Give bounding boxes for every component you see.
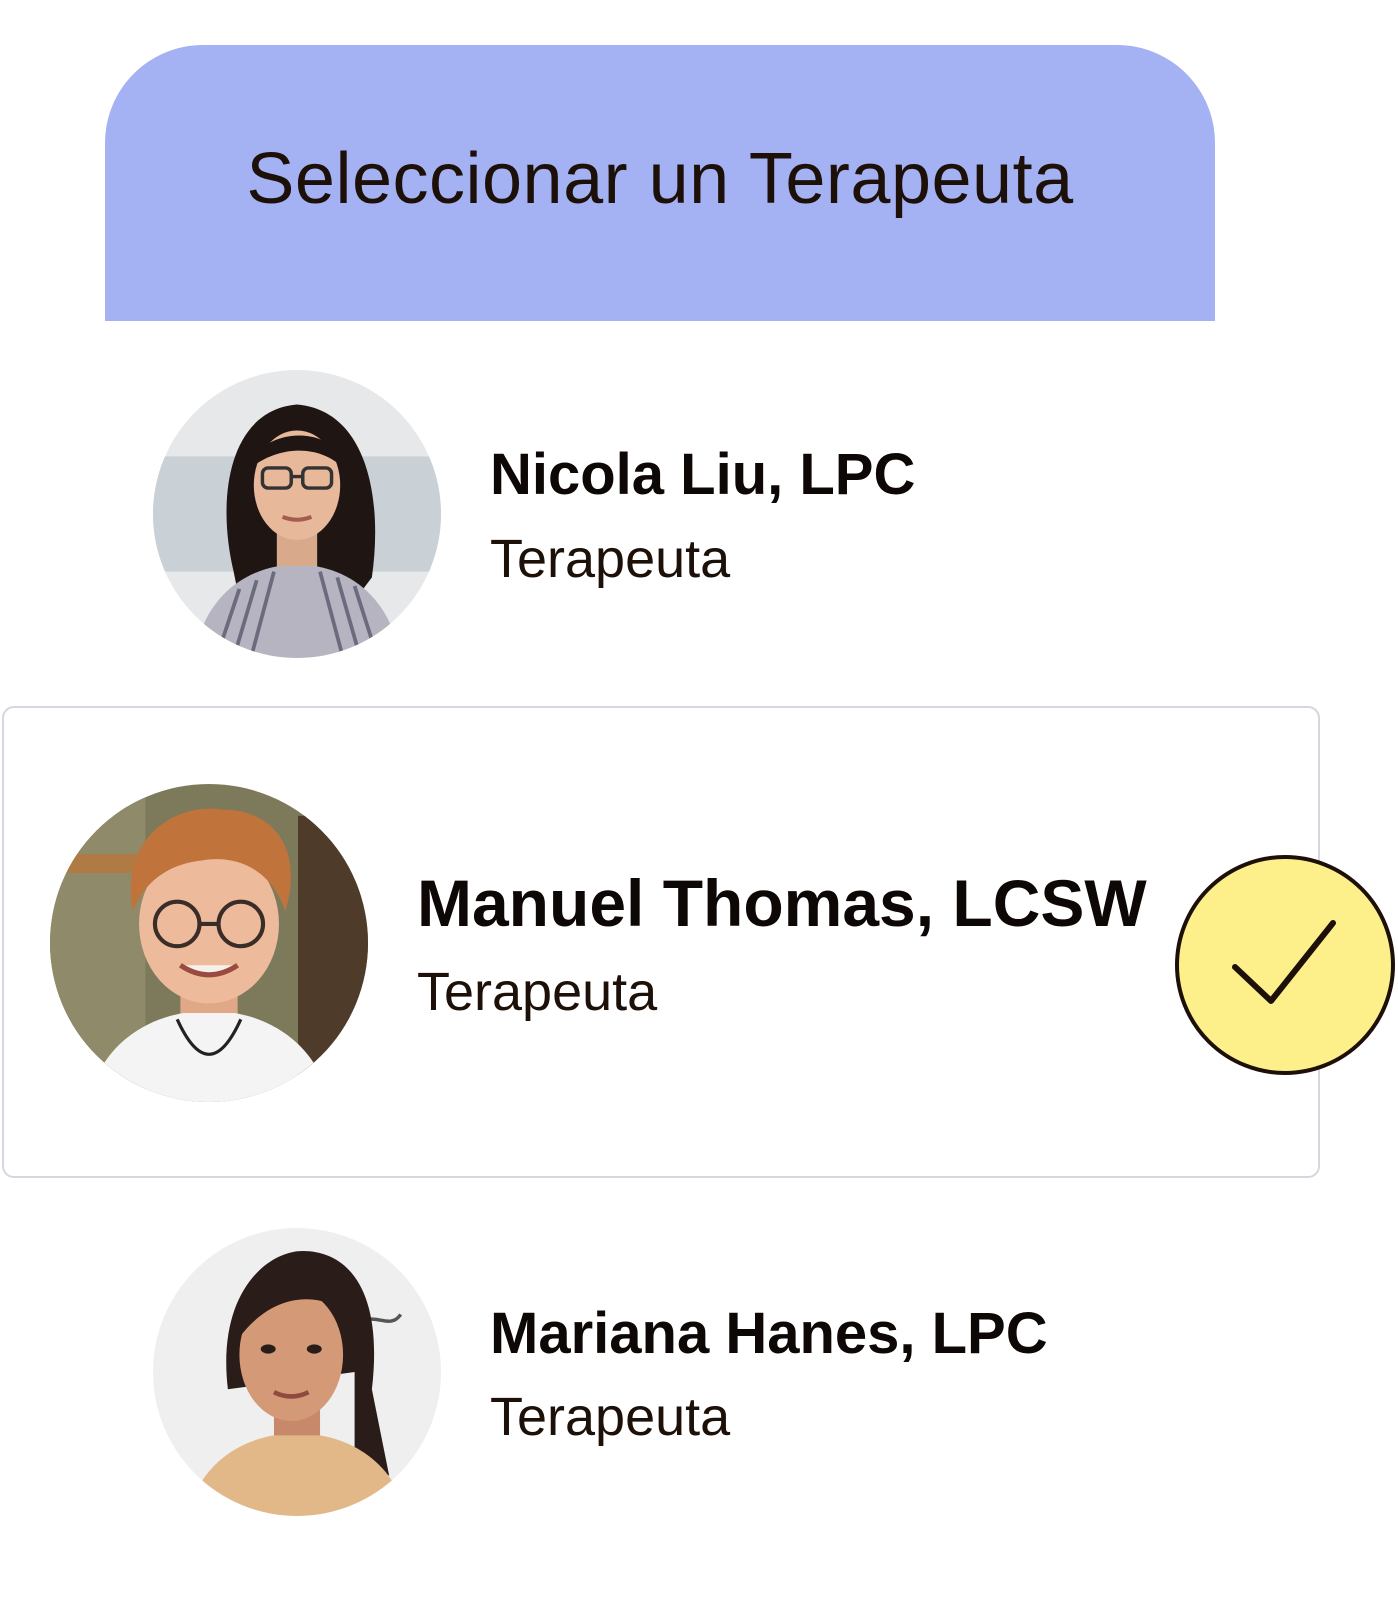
checkmark-icon xyxy=(1232,920,1336,1004)
avatar xyxy=(153,1228,441,1516)
therapist-name: Nicola Liu, LPC xyxy=(490,442,916,507)
therapist-name: Manuel Thomas, LCSW xyxy=(417,866,1147,940)
therapist-name: Mariana Hanes, LPC xyxy=(490,1301,1048,1366)
therapist-role: Terapeuta xyxy=(490,1387,731,1447)
avatar xyxy=(50,784,368,1102)
therapist-option-mariana[interactable]: Mariana Hanes, LPC Terapeuta xyxy=(0,1228,1398,1518)
selected-check-badge xyxy=(1175,855,1395,1075)
therapist-role: Terapeuta xyxy=(490,529,731,589)
page-title: Seleccionar un Terapeuta xyxy=(246,139,1074,219)
avatar xyxy=(153,370,441,658)
therapist-option-nicola[interactable]: Nicola Liu, LPC Terapeuta xyxy=(0,368,1398,658)
therapist-option-manuel-selected[interactable]: Manuel Thomas, LCSW Terapeuta xyxy=(2,706,1320,1178)
page-header: Seleccionar un Terapeuta xyxy=(105,45,1215,321)
therapist-role: Terapeuta xyxy=(417,962,658,1022)
